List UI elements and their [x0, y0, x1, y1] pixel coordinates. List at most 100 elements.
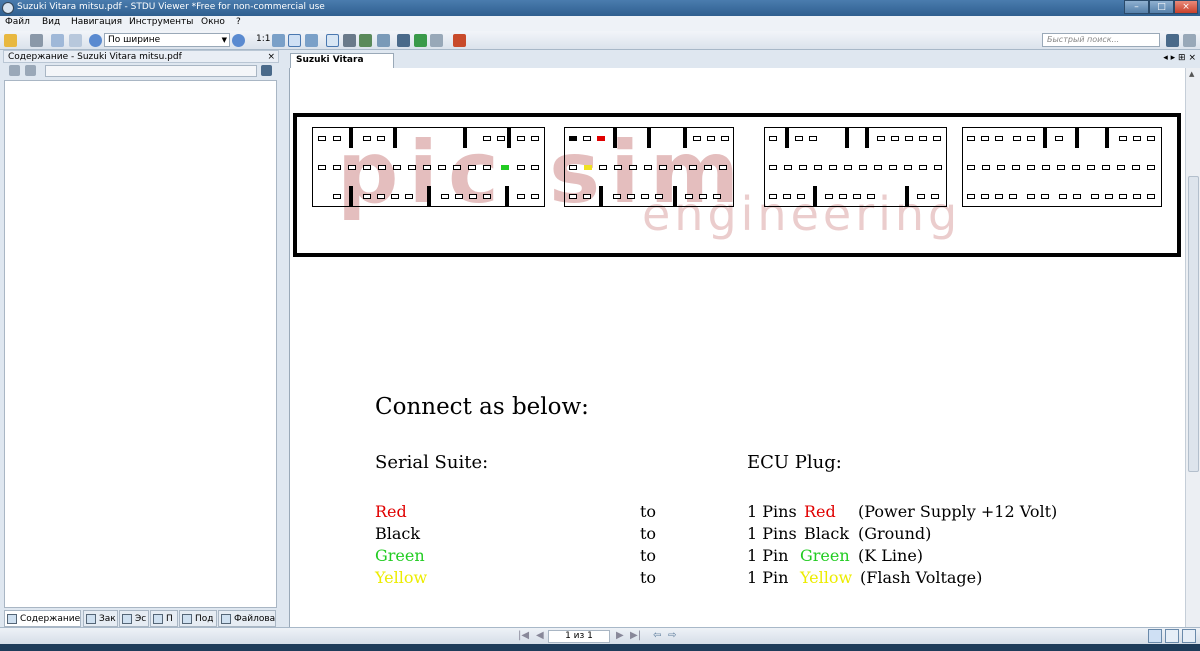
pin	[569, 165, 577, 170]
page-setup-icon[interactable]	[69, 34, 82, 47]
search-options-icon[interactable]	[1183, 34, 1196, 47]
connector-key	[1043, 128, 1047, 148]
page-number-field[interactable]: 1 из 1	[548, 630, 610, 643]
sidebar-find-icon[interactable]	[261, 65, 272, 76]
pin	[981, 136, 989, 141]
pin-color-red: Red	[804, 502, 836, 521]
wire-green: Green	[375, 546, 425, 565]
copy-icon[interactable]	[51, 34, 64, 47]
pin	[877, 136, 885, 141]
actual-size-button[interactable]: 1:1	[256, 34, 270, 44]
pin	[348, 165, 356, 170]
tab-thumbnails[interactable]: Эс	[119, 610, 149, 627]
document-viewer[interactable]: pic sim engineering Connect as below: Se…	[289, 68, 1185, 627]
tab-files[interactable]: Файлова	[218, 610, 276, 627]
thumbnails-icon[interactable]	[430, 34, 443, 47]
fit-page-icon[interactable]	[272, 34, 285, 47]
scroll-up-icon[interactable]: ▲	[1189, 70, 1194, 78]
pin	[531, 165, 539, 170]
menu-navigation[interactable]: Навигация	[71, 17, 122, 27]
bookmark-icon[interactable]	[453, 34, 466, 47]
pin	[967, 136, 975, 141]
menu-view[interactable]: Вид	[42, 17, 60, 27]
menu-file[interactable]: Файл	[5, 17, 30, 27]
tab-bookmarks[interactable]: Зак	[83, 610, 118, 627]
settings-icon[interactable]	[1128, 629, 1142, 643]
pin	[829, 165, 837, 170]
pin	[783, 194, 791, 199]
close-window-button[interactable]: ×	[1174, 0, 1198, 14]
scrollbar-thumb[interactable]	[1188, 176, 1199, 472]
pin	[378, 165, 386, 170]
menu-help[interactable]: ?	[236, 17, 241, 27]
pin	[685, 194, 693, 199]
pin	[1133, 136, 1141, 141]
first-page-icon[interactable]: |◀	[518, 630, 529, 641]
pins-label: 1 Pins	[747, 524, 797, 543]
tab-annotations[interactable]: Под	[179, 610, 217, 627]
hand-tool-icon[interactable]	[326, 34, 339, 47]
annotations-icon	[182, 614, 192, 624]
maximize-button[interactable]: □	[1149, 0, 1174, 14]
pages-icon[interactable]	[377, 34, 390, 47]
prev-page-icon[interactable]: ◀	[536, 630, 544, 641]
connector-key	[463, 128, 467, 148]
pin	[1009, 194, 1017, 199]
to-label: to	[640, 502, 657, 521]
print-icon[interactable]	[30, 34, 43, 47]
pin	[919, 165, 927, 170]
back-icon[interactable]: ⇦	[653, 630, 661, 641]
pin	[995, 136, 1003, 141]
pin	[1132, 165, 1140, 170]
contents-panel[interactable]	[4, 80, 277, 608]
pin	[569, 194, 577, 199]
continuous-view-icon[interactable]	[1182, 629, 1196, 643]
find-icon[interactable]	[397, 34, 410, 47]
zoom-out-icon[interactable]	[89, 34, 102, 47]
snapshot-icon[interactable]	[359, 34, 372, 47]
quick-search-input[interactable]: Быстрый поиск...	[1042, 33, 1160, 47]
tab-search[interactable]: П	[150, 610, 178, 627]
menu-tools[interactable]: Инструменты	[129, 17, 193, 27]
tab-contents[interactable]: Содержание	[4, 610, 81, 627]
connector-key	[673, 186, 677, 206]
menu-window[interactable]: Окно	[201, 17, 225, 27]
last-page-icon[interactable]: ▶|	[630, 630, 641, 641]
pin	[919, 136, 927, 141]
collapse-all-icon[interactable]	[25, 65, 36, 76]
pin	[967, 194, 975, 199]
window-title: Suzuki Vitara mitsu.pdf - STDU Viewer *F…	[17, 2, 325, 12]
pins-label: 1 Pin	[747, 568, 789, 587]
forward-icon[interactable]: ⇨	[668, 630, 676, 641]
pin	[1147, 165, 1155, 170]
zoom-select[interactable]: По ширине ▼	[104, 33, 230, 47]
two-page-view-icon[interactable]	[1165, 629, 1179, 643]
fit-height-icon[interactable]	[305, 34, 318, 47]
open-folder-icon[interactable]	[4, 34, 17, 47]
next-page-icon[interactable]: ▶	[616, 630, 624, 641]
fit-width-icon[interactable]	[288, 34, 301, 47]
pin	[933, 136, 941, 141]
pin	[799, 165, 807, 170]
replace-icon[interactable]	[414, 34, 427, 47]
pin	[627, 194, 635, 199]
search-icon[interactable]	[1166, 34, 1179, 47]
sidebar-search-input[interactable]	[45, 65, 257, 77]
pin	[583, 136, 591, 141]
pin-description: (K Line)	[858, 546, 924, 565]
close-sidebar-icon[interactable]: ×	[267, 51, 275, 63]
single-page-view-icon[interactable]	[1148, 629, 1162, 643]
pin	[1147, 194, 1155, 199]
tab-controls[interactable]: ◂ ▸ ⊞ ×	[1163, 53, 1196, 63]
connector-key	[905, 186, 909, 206]
zoom-in-icon[interactable]	[232, 34, 245, 47]
pin-green-k-line	[501, 165, 509, 170]
minimize-button[interactable]: –	[1124, 0, 1149, 14]
document-tab[interactable]: Suzuki Vitara mitsu.pdf	[290, 53, 394, 78]
sidebar-splitter[interactable]	[281, 50, 286, 627]
expand-all-icon[interactable]	[9, 65, 20, 76]
select-text-icon[interactable]	[343, 34, 356, 47]
pin	[704, 165, 712, 170]
app-icon[interactable]	[2, 2, 14, 14]
vertical-scrollbar[interactable]: ▲	[1185, 68, 1200, 627]
